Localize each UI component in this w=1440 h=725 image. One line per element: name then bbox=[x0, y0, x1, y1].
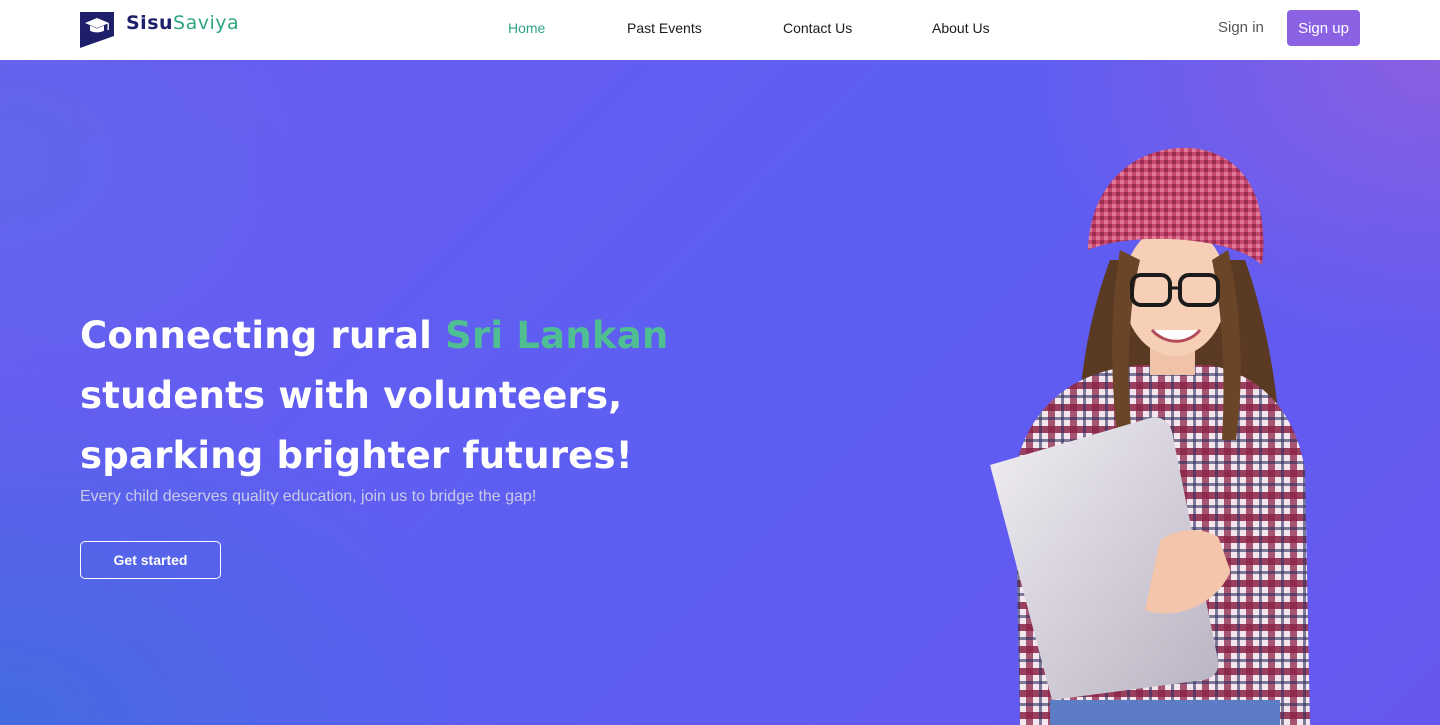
sign-up-button[interactable]: Sign up bbox=[1287, 10, 1360, 46]
headline-text-1: Connecting rural bbox=[80, 314, 446, 357]
headline-accent: Sri Lankan bbox=[445, 314, 669, 357]
nav-about-us[interactable]: About Us bbox=[932, 19, 990, 37]
graduation-cap-icon bbox=[80, 12, 114, 48]
hero-section: Connecting rural Sri Lankan students wit… bbox=[0, 60, 1440, 725]
get-started-button[interactable]: Get started bbox=[80, 541, 221, 579]
hero-headline: Connecting rural Sri Lankan students wit… bbox=[80, 306, 780, 486]
brand-name-part1: Sisu bbox=[126, 12, 174, 34]
nav-contact-us[interactable]: Contact Us bbox=[783, 19, 852, 37]
hero-subheadline: Every child deserves quality education, … bbox=[80, 488, 537, 505]
student-with-laptop-illustration bbox=[990, 147, 1310, 725]
sign-in-link[interactable]: Sign in bbox=[1218, 19, 1264, 37]
headline-text-2: students with volunteers, sparking brigh… bbox=[80, 374, 633, 477]
brand-logo[interactable]: SisuSaviya bbox=[80, 12, 239, 48]
top-navbar: SisuSaviya Home Past Events Contact Us A… bbox=[0, 0, 1440, 60]
brand-name: SisuSaviya bbox=[126, 12, 239, 34]
nav-past-events[interactable]: Past Events bbox=[627, 19, 702, 37]
brand-name-part2: Saviya bbox=[173, 12, 240, 34]
nav-home[interactable]: Home bbox=[508, 19, 545, 37]
